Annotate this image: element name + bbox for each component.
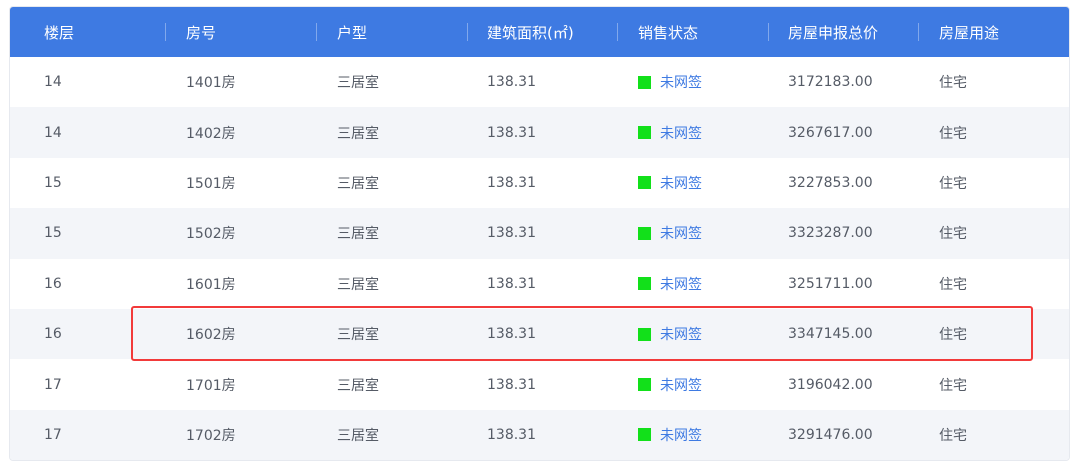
status-text[interactable]: 未网签 xyxy=(660,72,702,92)
cell-floor: 16 xyxy=(44,326,62,343)
cell-usage: 住宅 xyxy=(939,125,967,142)
cell-usage: 住宅 xyxy=(939,75,967,92)
header-separator xyxy=(768,23,769,41)
cell-status: 未网签 xyxy=(638,359,702,409)
cell-usage: 住宅 xyxy=(939,377,967,394)
cell-layout: 三居室 xyxy=(337,226,379,243)
cell-room: 1702房 xyxy=(186,427,236,444)
table-row[interactable]: 15 1502房 三居室 138.31 未网签 3323287.00 住宅 xyxy=(10,208,1069,259)
cell-area: 138.31 xyxy=(487,275,536,292)
header-floor[interactable]: 楼层 xyxy=(44,7,74,57)
table-row[interactable]: 14 1402房 三居室 138.31 未网签 3267617.00 住宅 xyxy=(10,107,1069,158)
cell-layout: 三居室 xyxy=(337,75,379,92)
cell-area: 138.31 xyxy=(487,74,536,91)
cell-floor: 17 xyxy=(44,376,62,393)
cell-usage: 住宅 xyxy=(939,327,967,344)
cell-price: 3227853.00 xyxy=(788,174,873,191)
status-square-icon xyxy=(638,126,651,140)
cell-status: 未网签 xyxy=(638,158,702,208)
cell-usage: 住宅 xyxy=(939,427,967,444)
table-header: 楼层 房号 户型 建筑面积(㎡) 销售状态 房屋申报总价 房屋用途 xyxy=(10,7,1069,57)
cell-price: 3323287.00 xyxy=(788,225,873,242)
cell-status: 未网签 xyxy=(638,57,702,107)
cell-room: 1602房 xyxy=(186,327,236,344)
header-price[interactable]: 房屋申报总价 xyxy=(788,7,878,57)
header-separator xyxy=(316,23,317,41)
status-text[interactable]: 未网签 xyxy=(660,123,702,143)
cell-floor: 15 xyxy=(44,174,62,191)
status-text[interactable]: 未网签 xyxy=(660,223,702,243)
cell-floor: 15 xyxy=(44,225,62,242)
cell-floor: 16 xyxy=(44,275,62,292)
cell-area: 138.31 xyxy=(487,426,536,443)
table-row[interactable]: 17 1701房 三居室 138.31 未网签 3196042.00 住宅 xyxy=(10,359,1069,409)
cell-layout: 三居室 xyxy=(337,175,379,192)
status-square-icon xyxy=(638,378,651,392)
cell-floor: 17 xyxy=(44,426,62,443)
table-row[interactable]: 17 1702房 三居室 138.31 未网签 3291476.00 住宅 xyxy=(10,409,1069,460)
cell-status: 未网签 xyxy=(638,259,702,309)
cell-price: 3196042.00 xyxy=(788,376,873,393)
status-square-icon xyxy=(638,277,651,291)
cell-layout: 三居室 xyxy=(337,377,379,394)
cell-layout: 三居室 xyxy=(337,125,379,142)
header-separator xyxy=(165,23,166,41)
cell-layout: 三居室 xyxy=(337,276,379,293)
cell-usage: 住宅 xyxy=(939,175,967,192)
cell-layout: 三居室 xyxy=(337,327,379,344)
header-status[interactable]: 销售状态 xyxy=(638,7,698,57)
cell-area: 138.31 xyxy=(487,174,536,191)
header-layout[interactable]: 户型 xyxy=(337,7,367,57)
cell-price: 3172183.00 xyxy=(788,74,873,91)
header-separator xyxy=(918,23,919,41)
cell-layout: 三居室 xyxy=(337,427,379,444)
cell-price: 3251711.00 xyxy=(788,275,873,292)
cell-status: 未网签 xyxy=(638,208,702,258)
cell-price: 3291476.00 xyxy=(788,426,873,443)
status-text[interactable]: 未网签 xyxy=(660,425,702,445)
cell-area: 138.31 xyxy=(487,326,536,343)
cell-room: 1701房 xyxy=(186,377,236,394)
cell-room: 1502房 xyxy=(186,226,236,243)
cell-area: 138.31 xyxy=(487,376,536,393)
table-row[interactable]: 16 1601房 三居室 138.31 未网签 3251711.00 住宅 xyxy=(10,259,1069,309)
status-text[interactable]: 未网签 xyxy=(660,274,702,294)
table-row[interactable]: 14 1401房 三居室 138.31 未网签 3172183.00 住宅 xyxy=(10,57,1069,107)
header-area[interactable]: 建筑面积(㎡) xyxy=(487,7,574,57)
cell-price: 3267617.00 xyxy=(788,124,873,141)
cell-floor: 14 xyxy=(44,124,62,141)
cell-usage: 住宅 xyxy=(939,226,967,243)
table-body: 14 1401房 三居室 138.31 未网签 3172183.00 住宅 14… xyxy=(10,57,1069,460)
cell-area: 138.31 xyxy=(487,124,536,141)
status-square-icon xyxy=(638,327,651,341)
status-text[interactable]: 未网签 xyxy=(660,173,702,193)
cell-floor: 14 xyxy=(44,74,62,91)
status-square-icon xyxy=(638,75,651,89)
cell-usage: 住宅 xyxy=(939,276,967,293)
status-text[interactable]: 未网签 xyxy=(660,324,702,344)
cell-room: 1601房 xyxy=(186,276,236,293)
cell-area: 138.31 xyxy=(487,225,536,242)
header-separator xyxy=(617,23,618,41)
table-row[interactable]: 15 1501房 三居室 138.31 未网签 3227853.00 住宅 xyxy=(10,158,1069,208)
table-row[interactable]: 16 1602房 三居室 138.31 未网签 3347145.00 住宅 xyxy=(10,308,1069,360)
header-separator xyxy=(467,23,468,41)
cell-status: 未网签 xyxy=(638,309,702,359)
header-room[interactable]: 房号 xyxy=(186,7,216,57)
cell-room: 1402房 xyxy=(186,125,236,142)
status-square-icon xyxy=(638,226,651,240)
status-square-icon xyxy=(638,176,651,190)
cell-room: 1501房 xyxy=(186,175,236,192)
cell-status: 未网签 xyxy=(638,107,702,157)
unit-table: 楼层 房号 户型 建筑面积(㎡) 销售状态 房屋申报总价 房屋用途 14 140… xyxy=(9,6,1070,461)
cell-status: 未网签 xyxy=(638,410,702,460)
status-square-icon xyxy=(638,428,651,442)
cell-room: 1401房 xyxy=(186,75,236,92)
header-usage[interactable]: 房屋用途 xyxy=(939,7,999,57)
cell-price: 3347145.00 xyxy=(788,326,873,343)
status-text[interactable]: 未网签 xyxy=(660,375,702,395)
